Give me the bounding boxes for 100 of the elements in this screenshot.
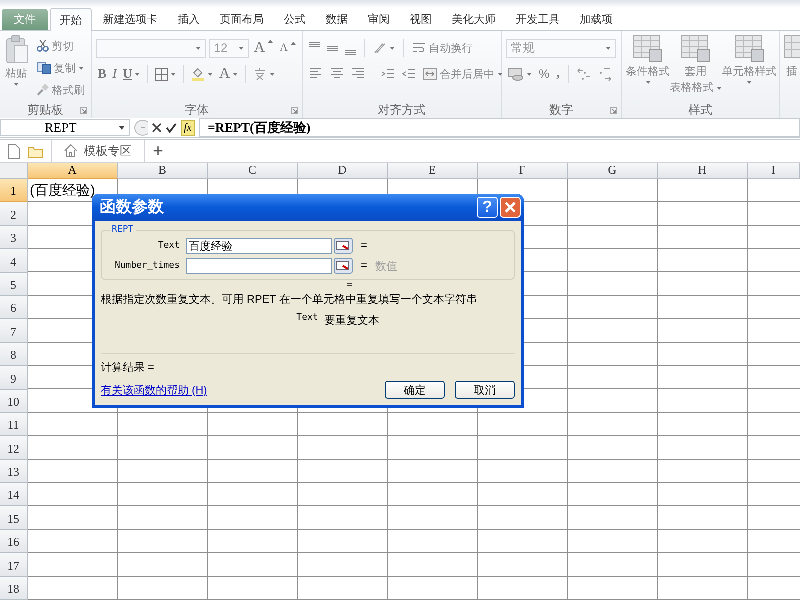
name-box[interactable]: REPT <box>0 119 130 136</box>
caret-icon <box>14 83 19 86</box>
font-color-button[interactable]: A <box>217 64 240 84</box>
group-title: 字体 <box>185 102 209 118</box>
argument-field[interactable]: 百度经验 <box>186 238 332 254</box>
column-header[interactable]: A <box>28 163 118 179</box>
ribbon-tab[interactable]: 页面布局 <box>211 9 273 30</box>
merge-icon <box>423 68 437 80</box>
row-header[interactable]: 3 <box>0 226 28 250</box>
argument-type: 数值 <box>375 260 398 274</box>
align-icon <box>345 50 356 54</box>
column-header[interactable]: E <box>388 163 478 179</box>
wrap-text-icon <box>412 42 426 54</box>
font-name-field[interactable] <box>96 38 206 58</box>
ribbon-tab[interactable]: 审阅 <box>359 9 399 30</box>
money-icon <box>508 67 524 81</box>
italic-button[interactable]: I <box>110 65 120 83</box>
column-header[interactable]: H <box>658 163 748 179</box>
ribbon-tab[interactable]: 插入 <box>169 9 209 30</box>
row-header[interactable]: 2 <box>0 202 28 226</box>
ribbon-tab[interactable]: 视图 <box>401 9 441 30</box>
column-header[interactable]: C <box>208 163 298 179</box>
row-header[interactable]: 11 <box>0 412 28 436</box>
shrink-font-button[interactable]: A <box>278 41 298 55</box>
dialog-title: 函数参数 <box>100 197 164 218</box>
row-header[interactable]: 10 <box>0 390 28 413</box>
argument-label: Number_times <box>114 261 181 271</box>
caret-icon <box>79 66 84 70</box>
sheet-tab[interactable]: 模板专区 <box>52 140 145 162</box>
argument-description: 要重复文本 <box>324 314 380 328</box>
caret-icon <box>196 46 202 50</box>
row-header[interactable]: 9 <box>0 366 28 390</box>
underline-button[interactable]: U <box>121 65 142 83</box>
phonetic-icon <box>253 67 268 81</box>
cell-text: (百度经验) <box>29 182 96 200</box>
column-header[interactable]: B <box>118 163 208 179</box>
row-header[interactable]: 18 <box>0 576 28 600</box>
collapse-dialog-icon[interactable] <box>334 258 353 274</box>
fill-color-button[interactable] <box>189 66 216 82</box>
ribbon-tab[interactable]: 开始 <box>50 8 92 31</box>
equals-sign: = <box>361 240 368 252</box>
borders-button[interactable] <box>153 66 178 82</box>
bold-button[interactable]: B <box>96 65 109 83</box>
dialog-launcher-icon <box>80 107 87 114</box>
group-title: 对齐方式 <box>378 102 426 118</box>
currency-button[interactable] <box>506 66 534 82</box>
align-icon <box>330 67 344 81</box>
dialog-button[interactable]: 确定 <box>385 381 445 399</box>
caret-up-icon <box>268 40 274 42</box>
row-header[interactable]: 6 <box>0 296 28 320</box>
percent-button[interactable]: % <box>537 66 552 82</box>
row-header[interactable]: 8 <box>0 342 28 366</box>
result-label: 计算结果 = <box>101 361 156 375</box>
comma-button[interactable]: , <box>554 65 562 83</box>
row-header[interactable]: 14 <box>0 483 28 506</box>
column-header[interactable]: D <box>298 163 388 179</box>
caret-icon <box>119 126 125 130</box>
column-header[interactable]: F <box>478 163 568 179</box>
table-icon <box>734 35 764 63</box>
insert-function-button[interactable]: fx <box>181 120 195 136</box>
grow-font-button[interactable]: A <box>252 38 276 58</box>
column-header[interactable]: I <box>748 163 800 179</box>
help-button[interactable]: ? <box>477 197 498 218</box>
caret-icon <box>171 72 176 76</box>
ribbon-tab[interactable]: 美化大师 <box>443 9 505 30</box>
align-icon <box>309 42 320 46</box>
caret-icon <box>270 72 276 76</box>
help-link[interactable]: 有关该函数的帮助 (H) <box>101 382 385 398</box>
column-header[interactable]: G <box>568 163 658 179</box>
dialog-button[interactable]: 取消 <box>455 381 515 399</box>
document-icon <box>8 144 20 158</box>
argument-field[interactable] <box>186 258 332 274</box>
align-icon <box>327 46 338 50</box>
slanted-text-icon <box>373 41 387 55</box>
row-header[interactable]: 1 <box>0 179 28 202</box>
folder-icon <box>28 144 43 158</box>
ribbon-tab[interactable]: 公式 <box>275 9 315 30</box>
add-tab-button[interactable]: + <box>145 140 172 162</box>
row-header[interactable]: 7 <box>0 319 28 343</box>
caret-icon <box>606 46 611 50</box>
scissors-icon <box>37 40 49 52</box>
indent-icon <box>402 67 416 81</box>
copy-icon <box>37 62 51 74</box>
row-header[interactable]: 17 <box>0 553 28 577</box>
bucket-icon <box>191 67 206 81</box>
close-icon[interactable] <box>500 197 521 218</box>
row-header[interactable]: 4 <box>0 249 28 273</box>
ribbon-tab[interactable]: 加载项 <box>571 9 622 30</box>
ribbon-tab[interactable]: 数据 <box>317 9 357 30</box>
row-header[interactable]: 13 <box>0 460 28 484</box>
row-header[interactable]: 5 <box>0 272 28 296</box>
formula-field[interactable]: =REPT(百度经验) <box>198 118 800 137</box>
row-header[interactable]: 16 <box>0 530 28 554</box>
collapse-dialog-icon[interactable] <box>334 238 353 254</box>
ribbon-tab[interactable]: 开发工具 <box>507 9 569 30</box>
row-header[interactable]: 15 <box>0 506 28 530</box>
row-header[interactable]: 12 <box>0 436 28 460</box>
ribbon-tab[interactable]: 新建选项卡 <box>94 9 167 30</box>
equals-sign: = <box>361 260 368 272</box>
align-icon <box>351 67 365 81</box>
